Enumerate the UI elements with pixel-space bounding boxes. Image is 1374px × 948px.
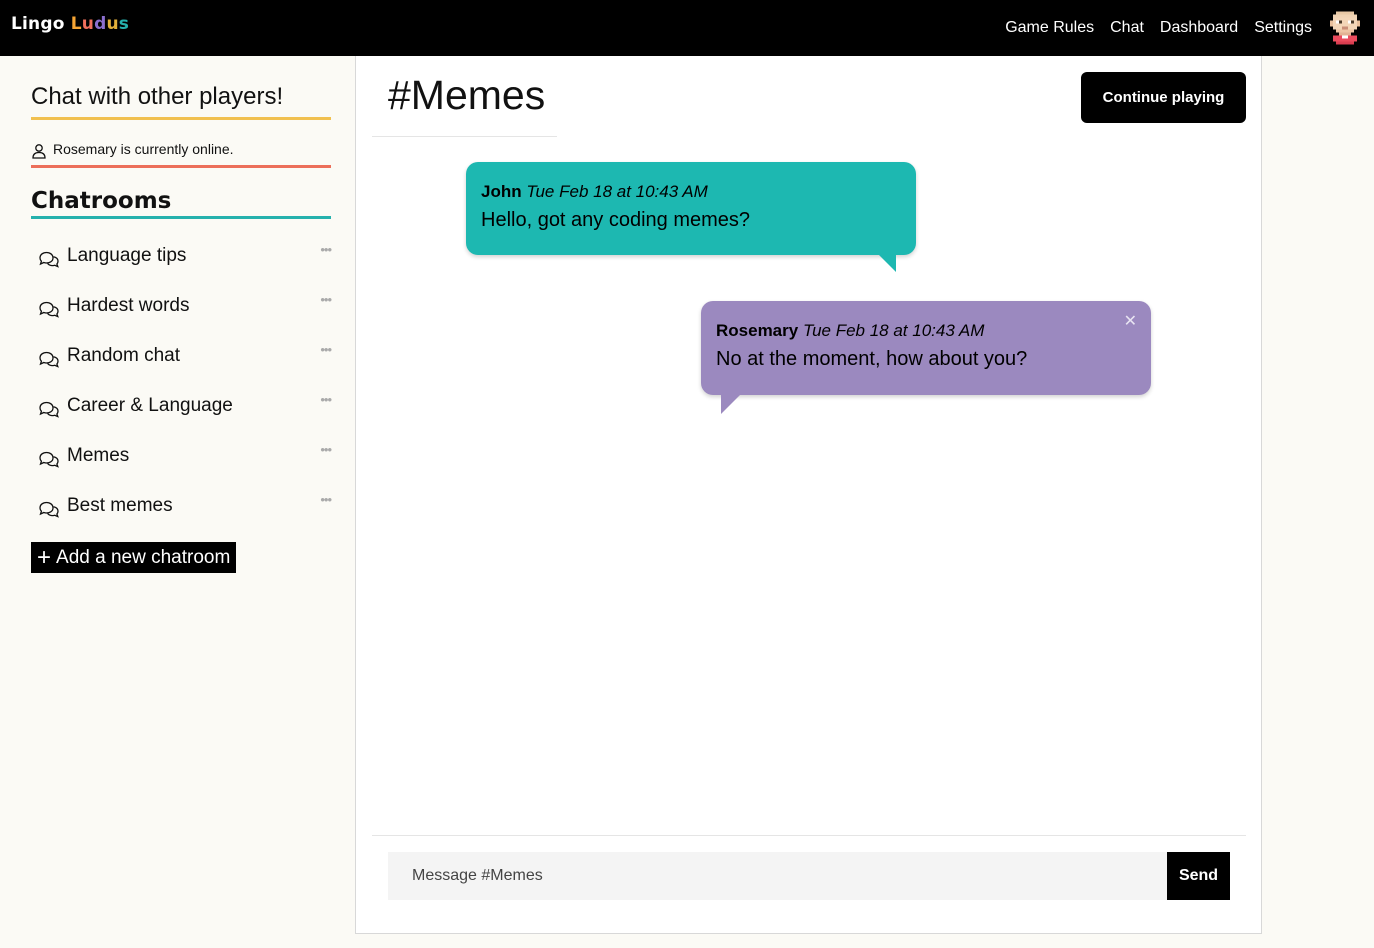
add-chatroom-button[interactable]: + Add a new chatroom [31,542,237,573]
sidebar: Chat with other players! Rosemary is cur… [0,56,355,948]
chatroom-item-best-memes[interactable]: Best memes ••• [31,484,332,534]
message-author: John [481,182,522,201]
chatroom-label: Language tips [67,245,187,266]
chatroom-item-hardest-words[interactable]: Hardest words ••• [31,284,332,334]
delete-message-icon[interactable]: ✕ [1124,311,1137,331]
chatroom-label: Memes [67,445,130,466]
plus-icon: + [37,543,52,571]
more-options-icon[interactable]: ••• [320,442,332,457]
send-button[interactable]: Send [1167,852,1230,900]
chat-bubbles-icon [39,501,59,518]
message-meta: Rosemary Tue Feb 18 at 10:43 AM [716,321,1136,341]
room-title: #Memes [388,72,546,118]
brand-letter: u [106,14,119,34]
nav-menu: Game Rules Chat Dashboard Settings [1005,0,1374,56]
brand-letter: u [81,14,95,34]
message-timestamp: Tue Feb 18 at 10:43 AM [526,182,708,201]
chatrooms-heading: Chatrooms [31,188,331,219]
message-text: Hello, got any coding memes? [481,209,751,231]
brand-letter: d [94,14,107,34]
message-bubble: ✕ Rosemary Tue Feb 18 at 10:43 AM No at … [701,301,1151,414]
chatroom-label: Hardest words [67,295,190,316]
bubble-tail [878,254,896,272]
message-text: No at the moment, how about you? [716,348,1028,370]
add-chatroom-label: Add a new chatroom [56,546,231,568]
brand-part-2: Ludus [71,14,129,34]
online-status: Rosemary is currently online. [31,141,331,168]
chatroom-list: Language tips ••• Hardest words ••• Rand… [31,234,332,534]
divider [372,136,557,137]
chat-bubbles-icon [39,301,59,318]
brand-letter: L [70,14,82,34]
chatroom-item-memes[interactable]: Memes ••• [31,434,332,484]
user-avatar[interactable] [1330,11,1360,45]
brand-logo[interactable]: Lingo Ludus [11,14,129,34]
nav-chat[interactable]: Chat [1110,19,1144,37]
bubble-tail [721,394,741,414]
chat-bubbles-icon [39,451,59,468]
more-options-icon[interactable]: ••• [320,392,332,407]
nav-dashboard[interactable]: Dashboard [1160,19,1238,37]
chat-panel: #Memes Continue playing John Tue Feb 18 … [355,56,1262,934]
chatroom-label: Random chat [67,345,181,366]
message-author: Rosemary [716,321,799,340]
divider [372,835,1246,836]
chatroom-label: Best memes [67,495,173,516]
chatroom-item-career-language[interactable]: Career & Language ••• [31,384,332,434]
chatroom-label: Career & Language [67,395,233,416]
more-options-icon[interactable]: ••• [320,242,332,257]
message-bubble: John Tue Feb 18 at 10:43 AM Hello, got a… [466,162,916,272]
chat-bubbles-icon [39,351,59,368]
chat-bubbles-icon [39,401,59,418]
message-input[interactable] [388,852,1168,900]
nav-settings[interactable]: Settings [1254,19,1312,37]
sidebar-title: Chat with other players! [31,83,331,120]
chat-bubbles-icon [39,251,59,268]
top-navbar: Lingo Ludus Game Rules Chat Dashboard Se… [0,0,1374,56]
continue-playing-button[interactable]: Continue playing [1081,72,1246,123]
user-icon [32,144,46,159]
more-options-icon[interactable]: ••• [320,292,332,307]
chatroom-item-random-chat[interactable]: Random chat ••• [31,334,332,384]
message-meta: John Tue Feb 18 at 10:43 AM [481,182,901,202]
online-status-text: Rosemary is currently online. [53,141,234,157]
brand-part-1: Lingo [11,14,65,34]
more-options-icon[interactable]: ••• [320,342,332,357]
message-timestamp: Tue Feb 18 at 10:43 AM [802,321,985,340]
brand-letter: s [118,14,130,34]
nav-game-rules[interactable]: Game Rules [1005,19,1094,37]
more-options-icon[interactable]: ••• [320,492,332,507]
chatroom-item-language-tips[interactable]: Language tips ••• [31,234,332,284]
